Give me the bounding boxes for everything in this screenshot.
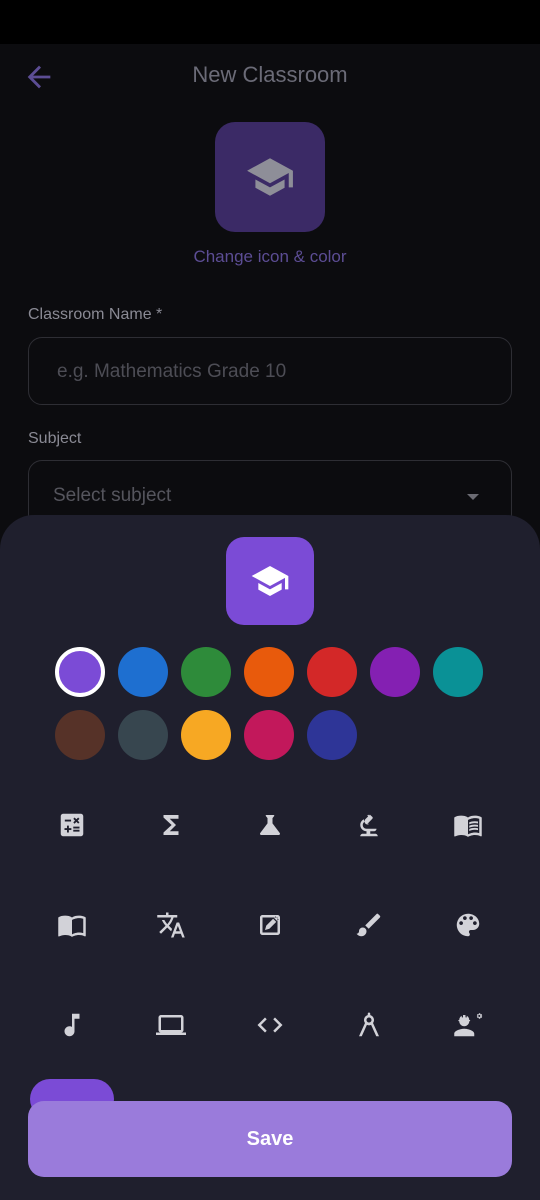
draw-icon[interactable] [240, 895, 300, 955]
subject-label: Subject [28, 430, 82, 447]
color-swatch[interactable] [244, 710, 294, 760]
color-swatch[interactable] [433, 647, 483, 697]
status-bar [0, 0, 540, 44]
book-icon[interactable] [438, 795, 498, 855]
classroom-name-input[interactable] [55, 338, 479, 406]
color-swatch[interactable] [307, 710, 357, 760]
color-swatch[interactable] [181, 710, 231, 760]
graduation-cap-icon [251, 566, 289, 596]
code-icon[interactable] [240, 995, 300, 1055]
palette-icon[interactable] [438, 895, 498, 955]
engineering-icon[interactable] [438, 995, 498, 1055]
subject-placeholder: Select subject [53, 485, 172, 506]
color-swatch[interactable] [244, 647, 294, 697]
app-bar: New Classroom [0, 44, 540, 108]
dropdown-arrow-icon [467, 494, 479, 500]
color-swatch[interactable] [55, 710, 105, 760]
brush-icon[interactable] [339, 895, 399, 955]
classroom-name-label: Classroom Name * [28, 306, 163, 323]
selected-icon-preview [226, 537, 314, 625]
icon-color-sheet: Save [0, 515, 540, 1200]
color-swatch[interactable] [118, 647, 168, 697]
calculator-icon[interactable] [42, 795, 102, 855]
color-swatch[interactable] [55, 647, 105, 697]
microscope-icon[interactable] [339, 795, 399, 855]
classroom-name-field [28, 337, 512, 406]
compass-icon[interactable] [339, 995, 399, 1055]
color-swatch[interactable] [307, 647, 357, 697]
color-swatch[interactable] [118, 710, 168, 760]
save-button[interactable]: Save [28, 1101, 512, 1177]
sigma-icon[interactable] [141, 795, 201, 855]
graduation-cap-icon [247, 158, 293, 196]
change-icon-color-link[interactable]: Change icon & color [0, 247, 540, 267]
open-book-icon[interactable] [42, 895, 102, 955]
classroom-icon-preview[interactable] [215, 122, 325, 232]
page-title: New Classroom [192, 62, 348, 87]
translate-icon[interactable] [141, 895, 201, 955]
laptop-icon[interactable] [141, 995, 201, 1055]
color-swatch[interactable] [181, 647, 231, 697]
flask-icon[interactable] [240, 795, 300, 855]
music-note-icon[interactable] [42, 995, 102, 1055]
color-swatch[interactable] [370, 647, 420, 697]
